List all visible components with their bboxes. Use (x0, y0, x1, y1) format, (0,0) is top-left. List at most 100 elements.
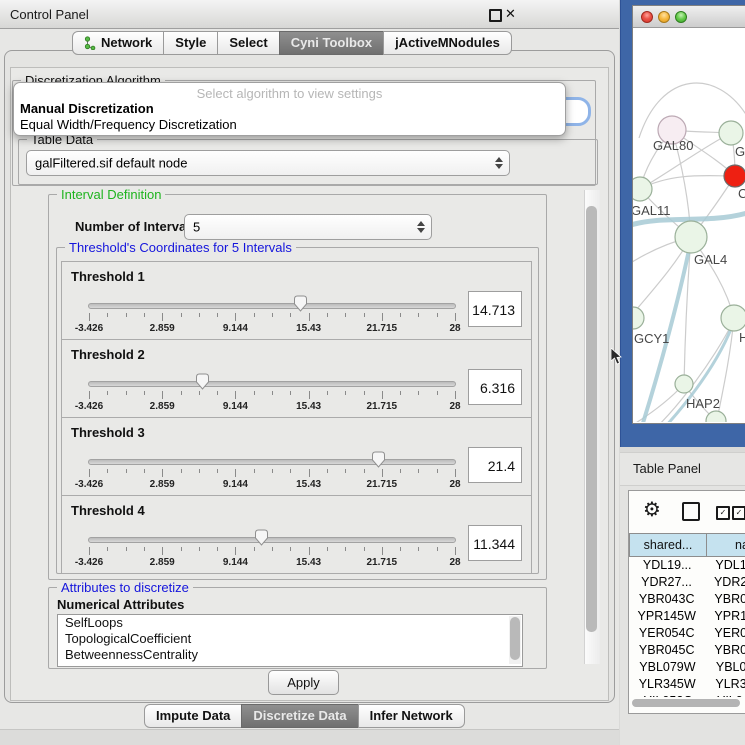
threshold-value-field[interactable]: 21.4 (468, 447, 522, 483)
threshold-slider-track[interactable] (88, 459, 456, 465)
algorithm-option-equal-width-frequency-discretization[interactable]: Equal Width/Frequency Discretization (14, 117, 565, 133)
algorithm-dropdown-popup[interactable]: Select algorithm to view settings Manual… (13, 82, 566, 136)
attribute-item-betweennesscentrality[interactable]: BetweennessCentrality (58, 647, 522, 663)
slider-tick (199, 547, 200, 551)
threshold-slider-thumb[interactable] (195, 373, 210, 390)
threshold-slider-thumb[interactable] (254, 529, 269, 546)
tab-label: Discretize Data (253, 705, 346, 727)
tab-discretize-data[interactable]: Discretize Data (241, 704, 358, 728)
threshold-value-field[interactable]: 14.713 (468, 291, 522, 327)
threshold-slider-thumb[interactable] (293, 295, 308, 312)
tab-select[interactable]: Select (217, 31, 279, 55)
slider-tick (144, 469, 145, 473)
list-scrollbar-thumb[interactable] (510, 617, 520, 660)
network-canvas[interactable]: GAL80GACGAL11GAL4GCY1HHAP2 (633, 28, 745, 422)
attributes-group: Attributes to discretize Numerical Attri… (48, 587, 547, 669)
table-row[interactable]: YDR27...YDR2 (629, 574, 745, 591)
tab-jactivemnodules[interactable]: jActiveMNodules (383, 31, 512, 55)
table-row[interactable]: YDL19...YDL1 (629, 557, 745, 574)
node-label-gal11: GAL11 (633, 203, 671, 218)
float-window-icon[interactable] (489, 9, 502, 22)
number-of-intervals-combo[interactable]: 5 (184, 214, 432, 240)
tab-label: jActiveMNodules (395, 32, 500, 54)
group-title: Attributes to discretize (57, 580, 193, 595)
threshold-value-field[interactable]: 11.344 (468, 525, 522, 561)
cell-shared-name: YBL079W (629, 659, 706, 676)
column-header-shared[interactable]: shared... (629, 533, 707, 557)
slider-tick-label: 9.144 (205, 557, 265, 568)
network-window-titlebar[interactable] (633, 6, 745, 28)
network-node-gal11[interactable] (633, 177, 652, 201)
tab-label: Impute Data (156, 705, 230, 727)
table-panel-title: Table Panel (633, 461, 701, 476)
table-row[interactable]: YBL079WYBL0 (629, 659, 745, 676)
tab-style[interactable]: Style (163, 31, 218, 55)
settings-scrollbar-thumb[interactable] (586, 206, 597, 632)
threshold-block: Threshold 3 21.4 -3.4262.8599.14415.4321… (61, 417, 532, 496)
table-row[interactable]: YLR345WYLR3 (629, 676, 745, 693)
select-all-checkbox-icon[interactable]: ✓ (716, 506, 730, 520)
deselect-checkbox-icon[interactable]: ✓ (732, 506, 745, 520)
slider-tick (455, 469, 456, 477)
slider-tick-label: 21.715 (352, 479, 412, 490)
column-header-name[interactable]: name (707, 533, 745, 557)
network-node-c[interactable] (724, 165, 745, 187)
slider-tick (126, 391, 127, 395)
threshold-slider-track[interactable] (88, 537, 456, 543)
slider-tick-label: 2.859 (132, 479, 192, 490)
network-node-gcy1[interactable] (633, 307, 644, 329)
attribute-item-topologicalcoefficient[interactable]: TopologicalCoefficient (58, 631, 522, 647)
tab-infer-network[interactable]: Infer Network (358, 704, 465, 728)
network-node-gal4[interactable] (675, 221, 707, 253)
slider-tick (437, 547, 438, 551)
slider-tick (254, 547, 255, 551)
node-label-gal80: GAL80 (653, 138, 693, 153)
cell-shared-name: YIL052C (629, 693, 707, 697)
slider-tick (107, 391, 108, 395)
close-traffic-light-icon[interactable] (641, 11, 653, 23)
node-label-gcy1: GCY1 (634, 331, 669, 346)
table-row[interactable]: YER054CYER0 (629, 625, 745, 642)
slider-tick (144, 313, 145, 317)
table-row[interactable]: YBR045CYBR0 (629, 642, 745, 659)
table-row[interactable]: YBR043CYBR0 (629, 591, 745, 608)
slider-tick-label: 15.43 (279, 479, 339, 490)
slider-tick-label: -3.426 (59, 557, 119, 568)
table-data-combo[interactable]: galFiltered.sif default node (26, 150, 510, 176)
threshold-slider-thumb[interactable] (371, 451, 386, 468)
threshold-slider-track[interactable] (88, 381, 456, 387)
close-icon[interactable]: ✕ (505, 6, 516, 22)
slider-tick (327, 469, 328, 473)
show-columns-icon[interactable] (682, 502, 700, 521)
slider-tick (418, 391, 419, 395)
network-node-hap2[interactable] (675, 375, 693, 393)
zoom-traffic-light-icon[interactable] (675, 11, 687, 23)
network-node-ga[interactable] (719, 121, 743, 145)
threshold-value-field[interactable]: 6.316 (468, 369, 522, 405)
slider-tick (89, 469, 90, 477)
list-scrollbar[interactable] (509, 616, 521, 664)
attribute-item-selfloops[interactable]: SelfLoops (58, 615, 522, 631)
number-of-intervals-label: Number of Intervals (75, 219, 197, 234)
slider-tick (327, 547, 328, 551)
network-node-h[interactable] (721, 305, 745, 331)
algorithm-option-manual-discretization[interactable]: Manual Discretization (14, 101, 565, 117)
numerical-attributes-list[interactable]: SelfLoopsTopologicalCoefficientBetweenne… (57, 614, 523, 667)
apply-button[interactable]: Apply (268, 670, 339, 695)
table-horizontal-scrollbar[interactable] (632, 699, 740, 707)
table-row[interactable]: YPR145WYPR1 (629, 608, 745, 625)
minimize-traffic-light-icon[interactable] (658, 11, 670, 23)
slider-tick (382, 391, 383, 399)
table-row[interactable]: YIL052CYIL0 (629, 693, 745, 697)
tab-cyni-toolbox[interactable]: Cyni Toolbox (279, 31, 384, 55)
tab-network[interactable]: Network (72, 31, 164, 55)
slider-tick (272, 547, 273, 551)
threshold-slider-track[interactable] (88, 303, 456, 309)
slider-tick (364, 469, 365, 473)
slider-tick (382, 313, 383, 321)
tab-impute-data[interactable]: Impute Data (144, 704, 242, 728)
network-window: GAL80GACGAL11GAL4GCY1HHAP2 (632, 5, 745, 424)
network-node[interactable] (706, 411, 726, 422)
slider-tick (327, 391, 328, 395)
settings-gear-icon[interactable]: ⚙ (643, 497, 661, 522)
